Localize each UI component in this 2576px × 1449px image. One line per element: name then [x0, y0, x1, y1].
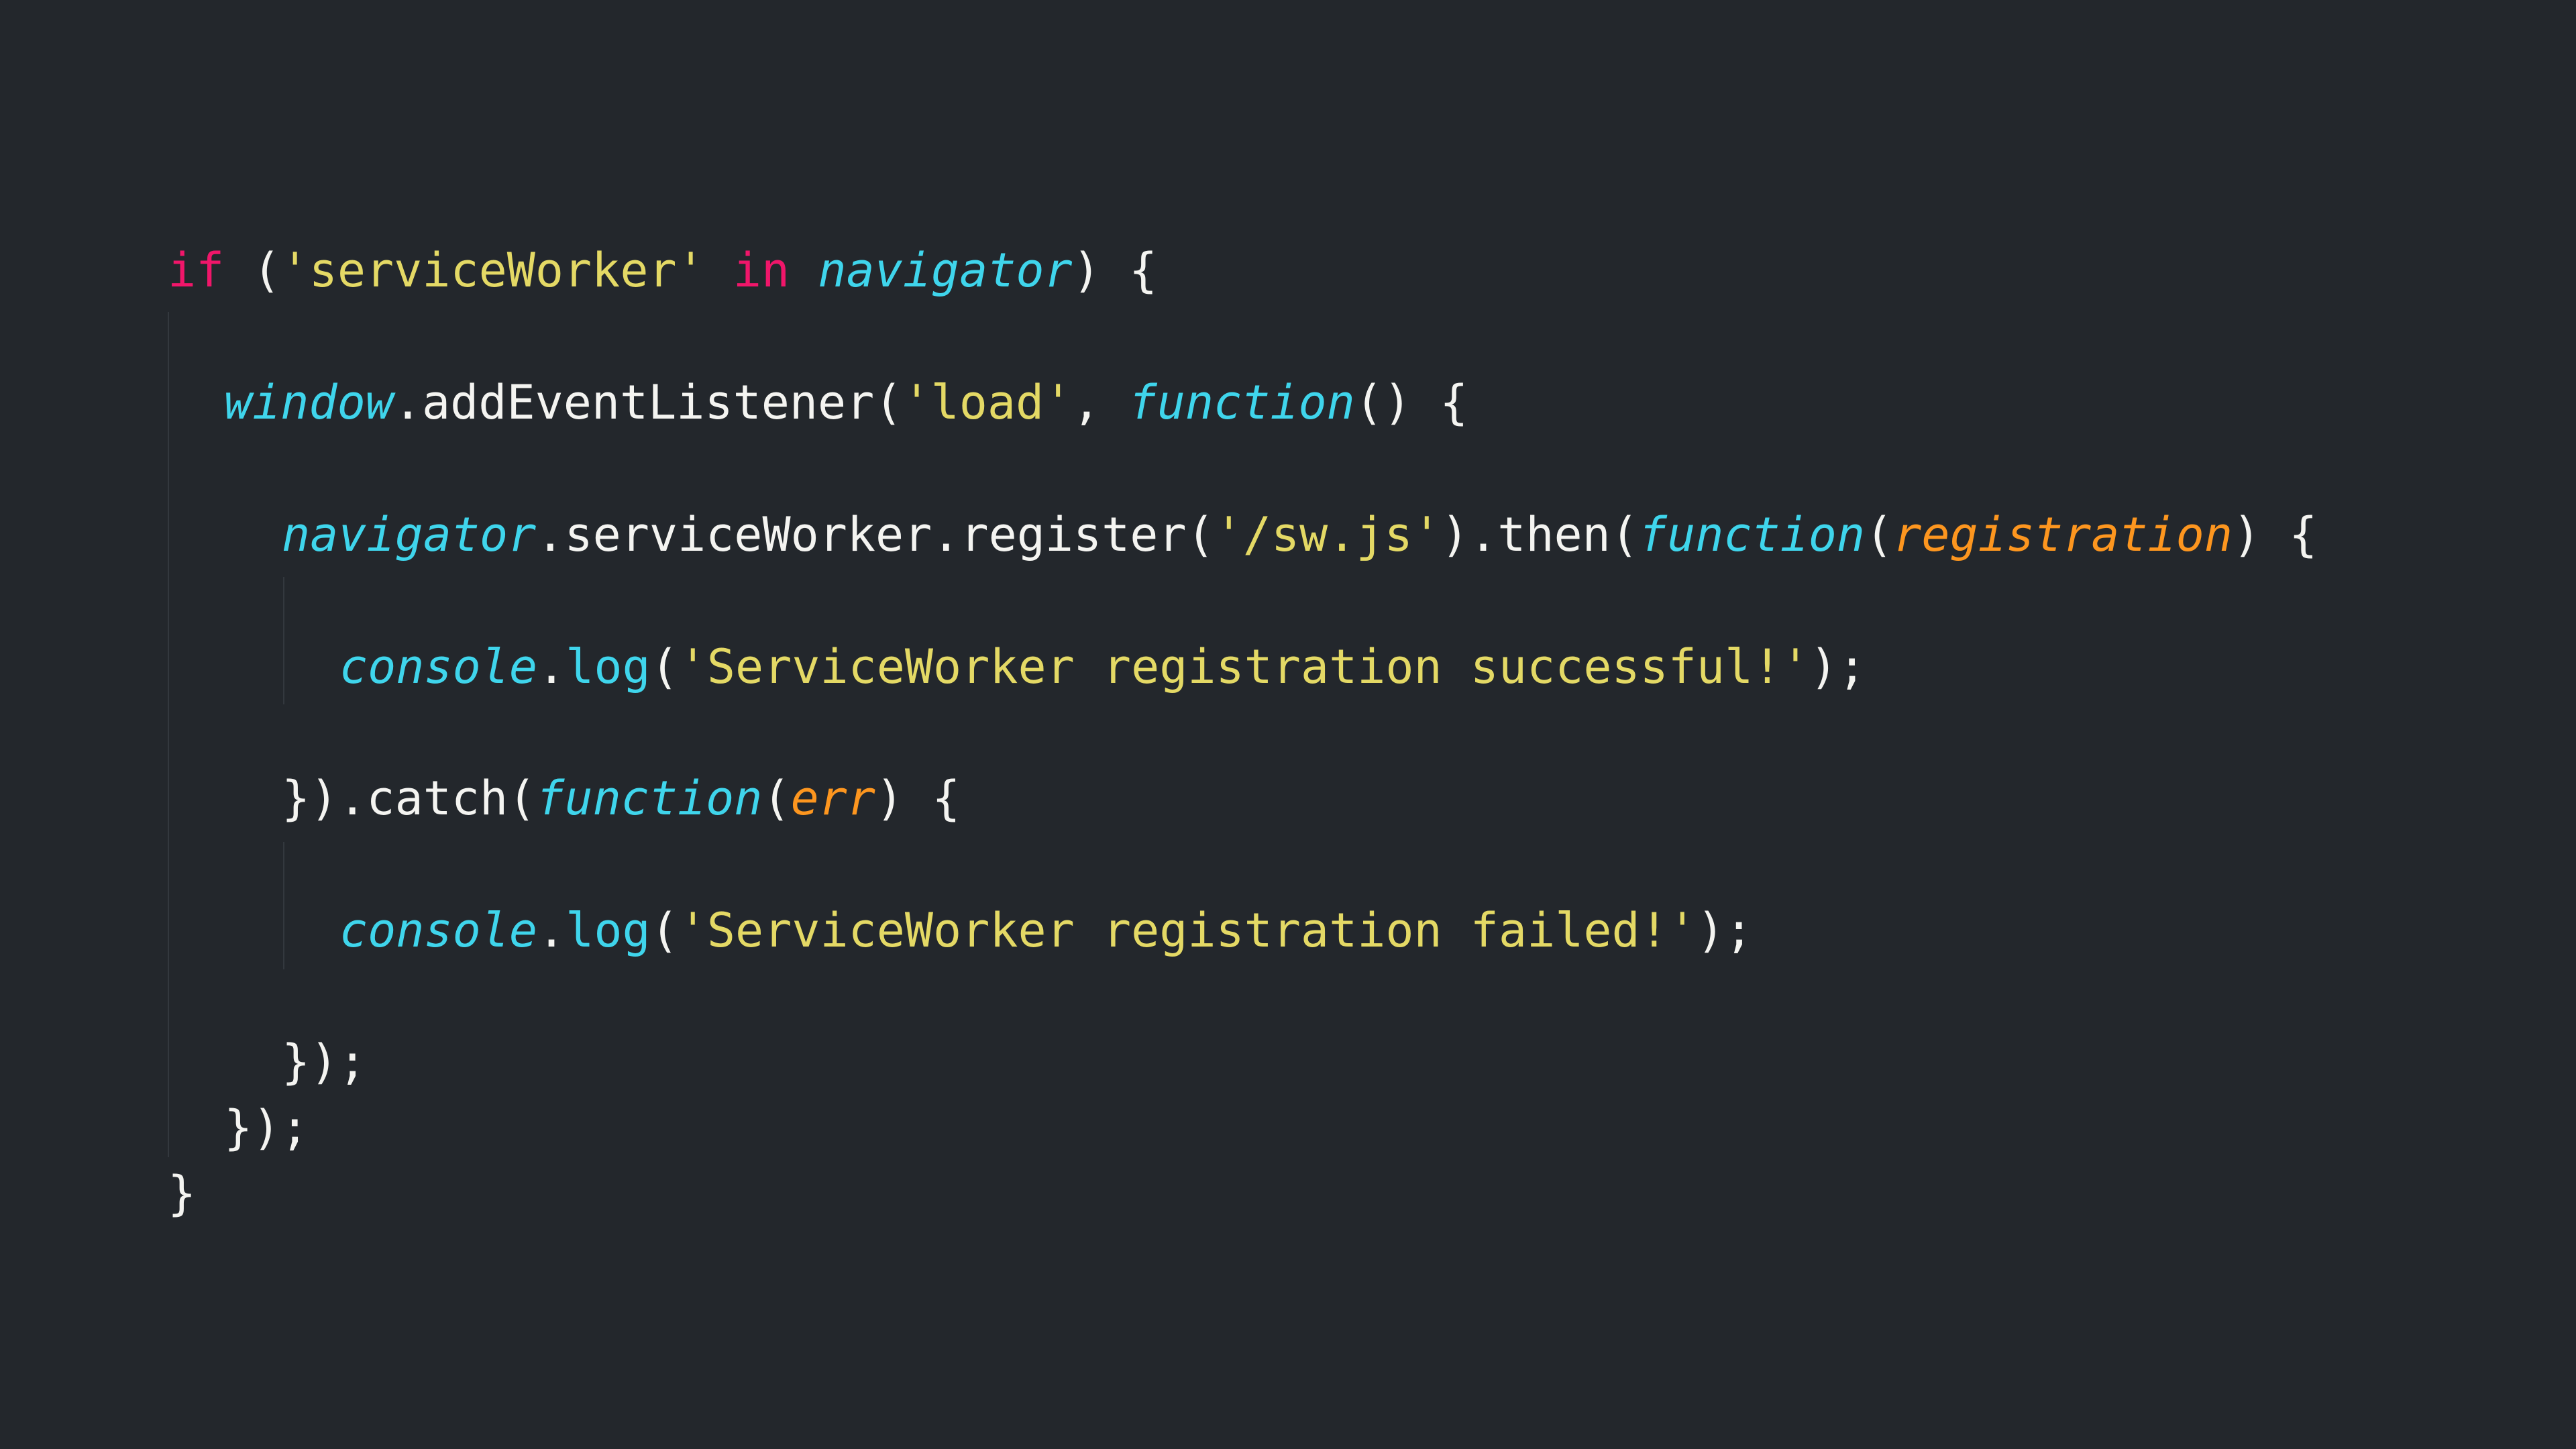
code-token: ); [1696, 903, 1754, 958]
method-log: log [566, 639, 651, 694]
string-literal: 'serviceWorker' [280, 243, 705, 298]
keyword-in: in [733, 243, 790, 298]
code-token: ) { [2232, 507, 2318, 562]
code-token: .serviceWorker.register( [536, 507, 1215, 562]
code-token: , [1072, 375, 1129, 430]
code-line-9: } [168, 1157, 196, 1230]
code-token: ( [224, 243, 281, 298]
keyword-function: function [536, 771, 763, 826]
code-line-4: console.log('ServiceWorker registration … [339, 630, 1866, 704]
code-token: .addEventListener( [393, 375, 903, 430]
keyword-function: function [1638, 507, 1866, 562]
code-line-3: navigator.serviceWorker.register('/sw.js… [282, 498, 2317, 572]
parameter-registration: registration [1893, 507, 2233, 562]
code-line-2: window.addEventListener('load', function… [224, 366, 1468, 439]
code-token: } [168, 1166, 197, 1221]
code-line-8: }); [224, 1091, 309, 1165]
code-token: }); [282, 1034, 367, 1089]
keyword-function: function [1128, 375, 1355, 430]
global-console: console [339, 639, 538, 694]
code-line-7: }); [282, 1025, 366, 1099]
string-literal: 'ServiceWorker registration successful!' [678, 639, 1810, 694]
code-token: ( [1865, 507, 1894, 562]
code-token: . [537, 639, 566, 694]
indent-guide-level2b [283, 842, 284, 969]
string-literal: 'ServiceWorker registration failed!' [678, 903, 1697, 958]
code-token: }).catch( [282, 771, 537, 826]
string-literal: '/sw.js' [1214, 507, 1441, 562]
global-console: console [339, 903, 538, 958]
code-editor: if ('serviceWorker' in navigator) { wind… [0, 0, 2576, 1449]
code-token: }); [224, 1100, 309, 1155]
global-window: window [224, 375, 394, 430]
code-token: ); [1809, 639, 1866, 694]
string-literal: 'load' [902, 375, 1073, 430]
keyword-if: if [168, 243, 225, 298]
code-token: ( [650, 903, 679, 958]
code-line-5: }).catch(function(err) { [282, 761, 960, 835]
method-log: log [566, 903, 651, 958]
code-token: () { [1354, 375, 1468, 430]
code-token: ) { [1072, 243, 1158, 298]
indent-guide-level1 [168, 312, 169, 1157]
code-line-1: if ('serviceWorker' in navigator) { [168, 233, 1157, 307]
global-navigator: navigator [818, 243, 1073, 298]
global-navigator: navigator [282, 507, 537, 562]
code-token: ( [762, 771, 791, 826]
parameter-err: err [790, 771, 876, 826]
indent-guide-level2 [283, 577, 284, 704]
code-token: ).then( [1440, 507, 1639, 562]
code-token: ) { [875, 771, 961, 826]
code-line-6: console.log('ServiceWorker registration … [339, 894, 1753, 967]
code-token: ( [650, 639, 679, 694]
code-token: . [537, 903, 566, 958]
